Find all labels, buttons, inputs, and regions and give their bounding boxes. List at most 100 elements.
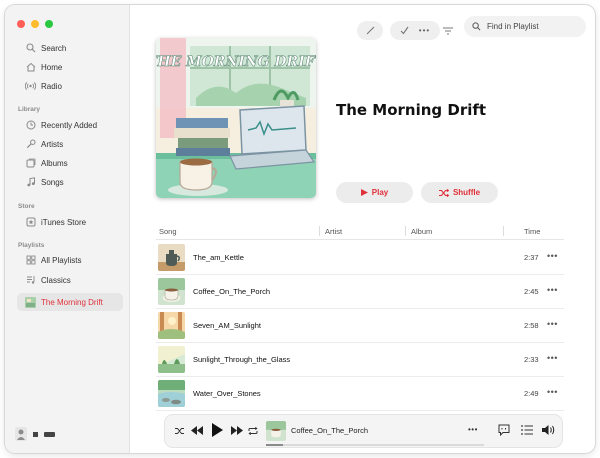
queue-list-icon bbox=[521, 425, 533, 435]
table-row[interactable]: Water_Over_Stones 2:49 ••• bbox=[156, 377, 564, 411]
library-heading: Library bbox=[18, 106, 41, 113]
close-window-button[interactable] bbox=[17, 20, 25, 28]
zoom-window-button[interactable] bbox=[45, 20, 53, 28]
track-artwork bbox=[158, 312, 185, 339]
track-time: 2:33 bbox=[524, 355, 539, 364]
sidebar-item-label: Recently Added bbox=[41, 120, 98, 130]
next-track-button[interactable] bbox=[231, 426, 243, 435]
play-button[interactable]: Play bbox=[336, 182, 413, 203]
table-row[interactable]: Coffee_On_The_Porch 2:45 ••• bbox=[156, 275, 564, 309]
playback-progress-fill bbox=[266, 444, 284, 446]
track-title: Water_Over_Stones bbox=[193, 389, 261, 398]
track-time: 2:58 bbox=[524, 321, 539, 330]
minimize-window-button[interactable] bbox=[31, 20, 39, 28]
track-time: 2:45 bbox=[524, 287, 539, 296]
user-avatar-icon[interactable] bbox=[15, 427, 27, 441]
shuffle-icon bbox=[175, 428, 184, 434]
rewind-icon bbox=[191, 426, 203, 435]
sidebar-item-label: Home bbox=[41, 62, 63, 72]
track-more-button[interactable]: ••• bbox=[547, 285, 558, 295]
options-button-group[interactable]: ••• bbox=[390, 21, 440, 40]
sidebar-item-radio[interactable]: Radio bbox=[17, 77, 123, 95]
sidebar-item-classics[interactable]: Classics bbox=[17, 271, 123, 289]
volume-button[interactable] bbox=[542, 424, 556, 436]
search-icon bbox=[25, 43, 36, 54]
play-label: Play bbox=[371, 188, 389, 197]
shuffle-button[interactable]: Shuffle bbox=[421, 182, 498, 203]
track-title: Sunlight_Through_the_Glass bbox=[193, 355, 291, 364]
sidebar-item-label: All Playlists bbox=[41, 255, 82, 265]
column-header-artist[interactable]: Artist bbox=[325, 227, 342, 236]
column-header-album[interactable]: Album bbox=[411, 227, 432, 236]
track-more-button[interactable]: ••• bbox=[547, 319, 558, 329]
search-icon bbox=[472, 22, 481, 31]
track-artwork bbox=[158, 244, 185, 271]
clock-icon bbox=[25, 120, 36, 131]
cover-title-text: THE MORNING DRIFT bbox=[156, 54, 316, 70]
music-app-window: Search Home Radio Library Recently Added bbox=[5, 5, 595, 453]
store-heading: Store bbox=[18, 203, 35, 210]
play-icon bbox=[360, 189, 368, 196]
sidebar-footer bbox=[15, 427, 55, 441]
previous-track-button[interactable] bbox=[191, 426, 203, 435]
edit-button[interactable] bbox=[357, 21, 383, 40]
shuffle-icon bbox=[438, 188, 449, 197]
column-divider bbox=[405, 226, 406, 236]
sidebar-item-songs[interactable]: Songs bbox=[17, 173, 123, 191]
column-divider bbox=[319, 226, 320, 236]
filter-icon bbox=[443, 27, 453, 34]
table-row[interactable]: Sunlight_Through_the_Glass 2:33 ••• bbox=[156, 343, 564, 377]
sidebar-item-recently-added[interactable]: Recently Added bbox=[17, 116, 123, 134]
device-icon[interactable] bbox=[33, 431, 38, 437]
pencil-icon bbox=[366, 26, 374, 35]
radio-icon bbox=[25, 81, 36, 92]
sidebar-item-all-playlists[interactable]: All Playlists bbox=[17, 251, 123, 269]
track-title: Coffee_On_The_Porch bbox=[193, 287, 270, 296]
track-artwork bbox=[158, 278, 185, 305]
sidebar-item-label: Artists bbox=[41, 139, 64, 149]
row-divider bbox=[156, 410, 564, 411]
now-playing-more-button[interactable]: ••• bbox=[468, 425, 478, 434]
repeat-toggle[interactable] bbox=[248, 427, 258, 435]
shuffle-toggle[interactable] bbox=[175, 427, 185, 435]
column-header-time[interactable]: Time bbox=[524, 227, 540, 236]
airplay-icon[interactable] bbox=[44, 431, 55, 437]
find-in-playlist-field[interactable]: Find in Playlist bbox=[464, 16, 586, 37]
sidebar-item-albums[interactable]: Albums bbox=[17, 154, 123, 172]
column-header-song[interactable]: Song bbox=[159, 227, 177, 236]
music-note-icon bbox=[25, 177, 36, 188]
lyrics-icon bbox=[498, 424, 510, 436]
playlist-title: The Morning Drift bbox=[336, 101, 487, 119]
table-row[interactable]: Seven_AM_Sunlight 2:58 ••• bbox=[156, 309, 564, 343]
repeat-icon bbox=[248, 427, 258, 435]
track-artwork bbox=[158, 380, 185, 407]
sidebar-item-label: Classics bbox=[41, 275, 71, 285]
track-artwork bbox=[158, 346, 185, 373]
track-more-button[interactable]: ••• bbox=[547, 387, 558, 397]
sidebar-item-the-morning-drift[interactable]: The Morning Drift bbox=[17, 293, 123, 311]
fast-forward-icon bbox=[231, 426, 243, 435]
table-row[interactable]: The_am_Kettle 2:37 ••• bbox=[156, 241, 564, 275]
track-more-button[interactable]: ••• bbox=[547, 353, 558, 363]
lyrics-button[interactable] bbox=[498, 424, 510, 436]
sidebar-item-label: Songs bbox=[41, 177, 64, 187]
star-icon bbox=[25, 217, 36, 228]
sidebar-item-search[interactable]: Search bbox=[17, 39, 123, 57]
now-playing-title: Coffee_On_The_Porch bbox=[291, 426, 368, 435]
column-divider bbox=[503, 226, 504, 236]
search-placeholder: Find in Playlist bbox=[487, 22, 539, 31]
queue-button[interactable] bbox=[521, 425, 533, 435]
sidebar-item-label: Radio bbox=[41, 81, 62, 91]
sidebar-item-itunes-store[interactable]: iTunes Store bbox=[17, 213, 123, 231]
microphone-icon bbox=[25, 139, 36, 150]
sort-button[interactable] bbox=[437, 21, 459, 40]
play-icon bbox=[212, 423, 223, 437]
checkmark-icon bbox=[400, 26, 409, 35]
track-more-button[interactable]: ••• bbox=[547, 251, 558, 261]
playback-progress-bar[interactable] bbox=[266, 444, 484, 446]
sidebar-item-home[interactable]: Home bbox=[17, 58, 123, 76]
sidebar-item-artists[interactable]: Artists bbox=[17, 135, 123, 153]
now-playing-artwork[interactable] bbox=[266, 421, 286, 441]
track-time: 2:37 bbox=[524, 253, 539, 262]
play-pause-button[interactable] bbox=[212, 423, 223, 437]
